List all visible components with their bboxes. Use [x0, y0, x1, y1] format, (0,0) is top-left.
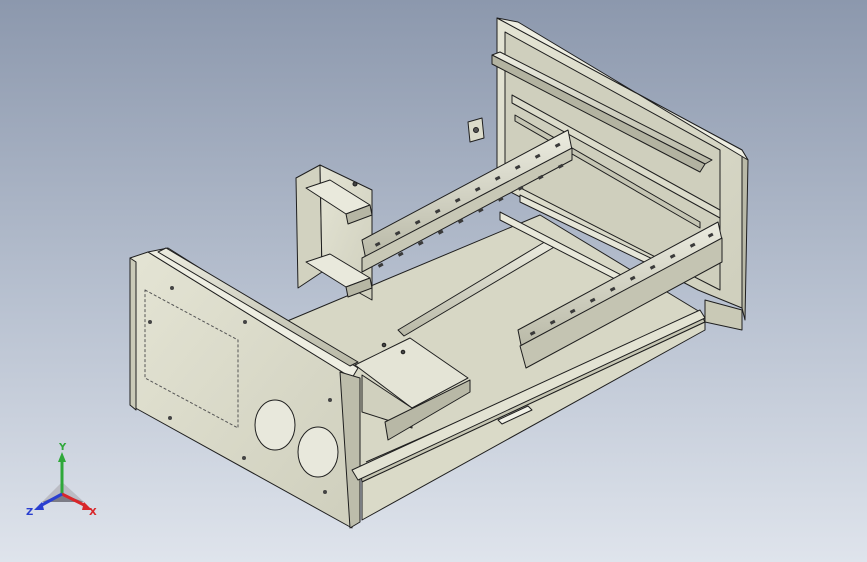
mounting-tab: [467, 117, 485, 143]
model-canvas[interactable]: Y X Z: [0, 0, 867, 562]
3d-viewport[interactable]: Y X Z: [0, 0, 867, 562]
y-axis-arrow-icon: [58, 452, 66, 462]
x-axis-label: X: [89, 507, 97, 518]
y-axis-label: Y: [58, 442, 67, 453]
cable-hole-right: [297, 426, 339, 478]
cable-hole-left: [254, 399, 296, 451]
front-panel: [129, 247, 361, 529]
shelf-bracket: [295, 164, 373, 301]
z-axis-label: Z: [26, 507, 33, 518]
coordinate-triad: Y X Z: [26, 442, 97, 518]
enclosure-assembly: [129, 17, 749, 529]
